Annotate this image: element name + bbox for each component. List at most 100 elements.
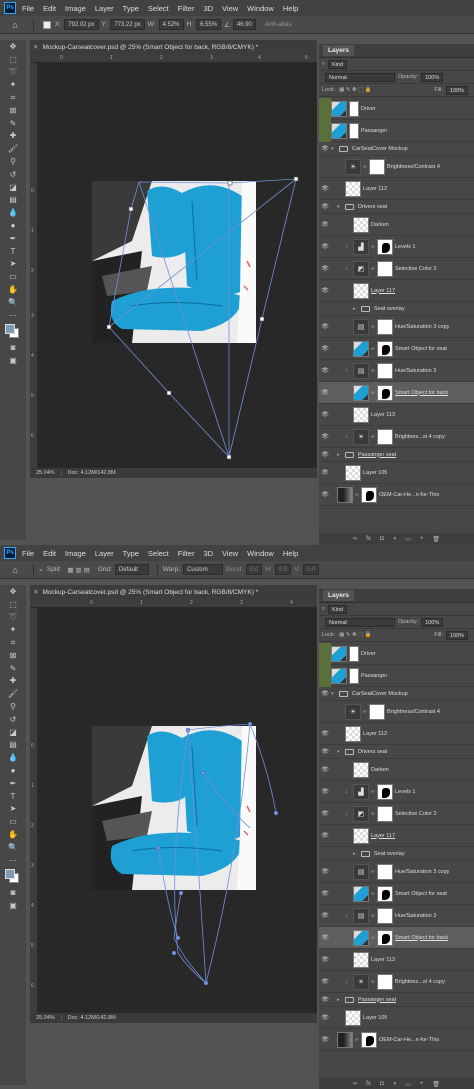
split-buttons[interactable]: ▦▥▤ <box>67 566 91 574</box>
layer-brightness-contrast-4[interactable]: ● ☀∞ Brightness/Contrast 4 <box>319 156 474 178</box>
angle-field[interactable]: 46.90 <box>232 19 256 30</box>
marquee-tool-icon[interactable]: ⬚ <box>0 53 26 66</box>
grid-select[interactable]: Default <box>114 564 149 575</box>
eye-icon[interactable]: 👁 <box>319 956 331 963</box>
layer-levels-1[interactable]: 👁 ↓ ▟ ∞ Levels 1 <box>319 781 474 803</box>
transform-handle[interactable] <box>166 390 172 396</box>
eye-icon[interactable]: 👁 <box>319 451 331 458</box>
warp-control-point[interactable] <box>185 727 191 733</box>
lasso-tool-icon[interactable]: ➰ <box>0 66 26 79</box>
frame-tool-icon[interactable]: ⊠ <box>0 649 26 662</box>
warp-control-point[interactable] <box>273 810 279 816</box>
transform-handle[interactable] <box>227 180 233 186</box>
clone-stamp-icon[interactable]: ⚲ <box>0 700 26 713</box>
group-drivers-seat[interactable]: 👁 ▾ Drivers seat <box>319 745 474 759</box>
visibility-toggle[interactable]: ● <box>319 164 331 170</box>
type-tool-icon[interactable]: T <box>0 245 26 258</box>
adjustment-icon[interactable]: ◑ <box>393 536 397 542</box>
color-swatches[interactable] <box>0 867 26 887</box>
layer-oem-car[interactable]: 👁 ∞ OEM-Car-He...n-for-This <box>319 1029 474 1051</box>
kind-filter[interactable]: Kind <box>328 604 348 614</box>
layer-smart-object-for-seat[interactable]: 👁 ∞ Smart Object for seat <box>319 338 474 360</box>
eye-icon[interactable]: 👁 <box>319 221 331 228</box>
width-field[interactable]: 4.52% <box>158 19 184 30</box>
layer-117[interactable]: 👁 Layer 117 <box>319 825 474 847</box>
foreground-color-swatch[interactable] <box>5 868 15 879</box>
hand-tool-icon[interactable]: ✋ <box>0 283 26 296</box>
eye-icon[interactable]: 👁 <box>319 145 331 152</box>
group-passanger-seat[interactable]: 👁 ▸ Passanger seat <box>319 993 474 1007</box>
brush-tool-icon[interactable]: 🖌 <box>0 687 26 700</box>
type-tool-icon[interactable]: T <box>0 790 26 803</box>
menu-window[interactable]: Window <box>247 549 274 558</box>
crop-tool-icon[interactable]: ⌗ <box>0 91 26 104</box>
hand-tool-icon[interactable]: ✋ <box>0 828 26 841</box>
history-brush-icon[interactable]: ↺ <box>0 713 26 726</box>
eye-icon[interactable]: 👁 <box>319 748 331 755</box>
layer-105[interactable]: 👁 Layer 105 <box>319 1007 474 1029</box>
eye-icon[interactable]: 👁 <box>319 345 331 352</box>
eye-icon[interactable]: 👁 <box>319 810 331 817</box>
home-icon[interactable]: ⌂ <box>8 18 22 32</box>
eye-icon[interactable]: 👁 <box>319 323 331 330</box>
frame-tool-icon[interactable]: ⊠ <box>0 104 26 117</box>
eye-icon[interactable]: 👁 <box>319 832 331 839</box>
warp-control-point[interactable] <box>203 980 209 986</box>
h-field[interactable]: 0.0 <box>274 564 292 575</box>
eye-icon[interactable]: 👁 <box>319 788 331 795</box>
ruler-horizontal[interactable]: 0 1 2 3 4 <box>30 599 317 608</box>
add-mask-icon[interactable]: ◘ <box>380 1081 384 1087</box>
eye-icon[interactable]: 👁 <box>319 411 331 418</box>
visibility-toggle[interactable]: ● <box>319 651 331 657</box>
canvas[interactable] <box>38 608 317 1013</box>
ruler-horizontal[interactable]: 0 1 2 3 4 5 <box>30 54 317 63</box>
menu-image[interactable]: Image <box>65 4 86 13</box>
magic-wand-icon[interactable]: ✦ <box>0 623 26 636</box>
expand-arrow-icon[interactable]: ▾ <box>337 749 345 755</box>
layer-darken[interactable]: 👁 Darken <box>319 759 474 781</box>
zoom-level[interactable]: 25.04% <box>30 470 62 476</box>
crop-tool-icon[interactable]: ⌗ <box>0 636 26 649</box>
group-passanger-seat[interactable]: 👁 ▸ Passanger seat <box>319 448 474 462</box>
new-group-icon[interactable]: ▭ <box>405 536 411 543</box>
menu-edit[interactable]: Edit <box>43 4 56 13</box>
layer-112[interactable]: 👁 Layer 112 <box>319 723 474 745</box>
visibility-toggle[interactable]: ● <box>319 709 331 715</box>
menu-select[interactable]: Select <box>148 4 169 13</box>
menu-layer[interactable]: Layer <box>95 4 114 13</box>
layer-driver[interactable]: ● Driver <box>319 643 474 665</box>
delete-icon[interactable]: 🗑 <box>432 536 440 543</box>
collapse-arrow-icon[interactable]: ▸ <box>353 851 361 857</box>
eye-icon[interactable]: 👁 <box>319 1036 331 1043</box>
eye-icon[interactable]: 👁 <box>319 287 331 294</box>
eye-icon[interactable]: 👁 <box>319 996 331 1003</box>
group-carseatcover-mockup[interactable]: 👁 ▾ CarSeatCover Mockup <box>319 687 474 701</box>
eye-icon[interactable]: 👁 <box>319 433 331 440</box>
layer-hue-saturation-3[interactable]: 👁 ↓ ▤ ∞ Hue/Saturation 3 <box>319 905 474 927</box>
add-mask-icon[interactable]: ◘ <box>380 536 384 542</box>
warp-control-point[interactable] <box>247 721 253 727</box>
eye-icon[interactable]: 👁 <box>319 491 331 498</box>
adjustment-icon[interactable]: ◑ <box>393 1081 397 1087</box>
eye-icon[interactable]: 👁 <box>319 243 331 250</box>
anti-alias-checkbox[interactable]: Anti-alias <box>265 21 292 28</box>
menu-3d[interactable]: 3D <box>203 4 213 13</box>
y-field[interactable]: 773.22 px <box>110 19 145 30</box>
collapse-arrow-icon[interactable]: ▸ <box>337 997 345 1003</box>
menu-layer[interactable]: Layer <box>95 549 114 558</box>
visibility-toggle[interactable]: ● <box>319 306 331 312</box>
menu-view[interactable]: View <box>222 549 238 558</box>
warp-control-point[interactable] <box>200 770 206 776</box>
eye-icon[interactable]: 👁 <box>319 730 331 737</box>
healing-brush-icon[interactable]: ✚ <box>0 130 26 143</box>
layer-smart-object-for-back[interactable]: 👁 ∞ Smart Object for back <box>319 382 474 404</box>
document-tab[interactable]: ✕ Mockup-Carseatcover.psd @ 25% (Smart O… <box>30 585 317 599</box>
menu-select[interactable]: Select <box>148 549 169 558</box>
delete-icon[interactable]: 🗑 <box>432 1081 440 1088</box>
eye-icon[interactable]: 👁 <box>319 1014 331 1021</box>
eyedropper-icon[interactable]: ✎ <box>0 662 26 675</box>
more-tools-icon[interactable]: ⋯ <box>0 854 26 867</box>
group-seat-overlay[interactable]: ● ▸ Seat overlay <box>319 302 474 316</box>
zoom-tool-icon[interactable]: 🔍 <box>0 296 26 309</box>
warp-control-point[interactable] <box>155 845 161 851</box>
